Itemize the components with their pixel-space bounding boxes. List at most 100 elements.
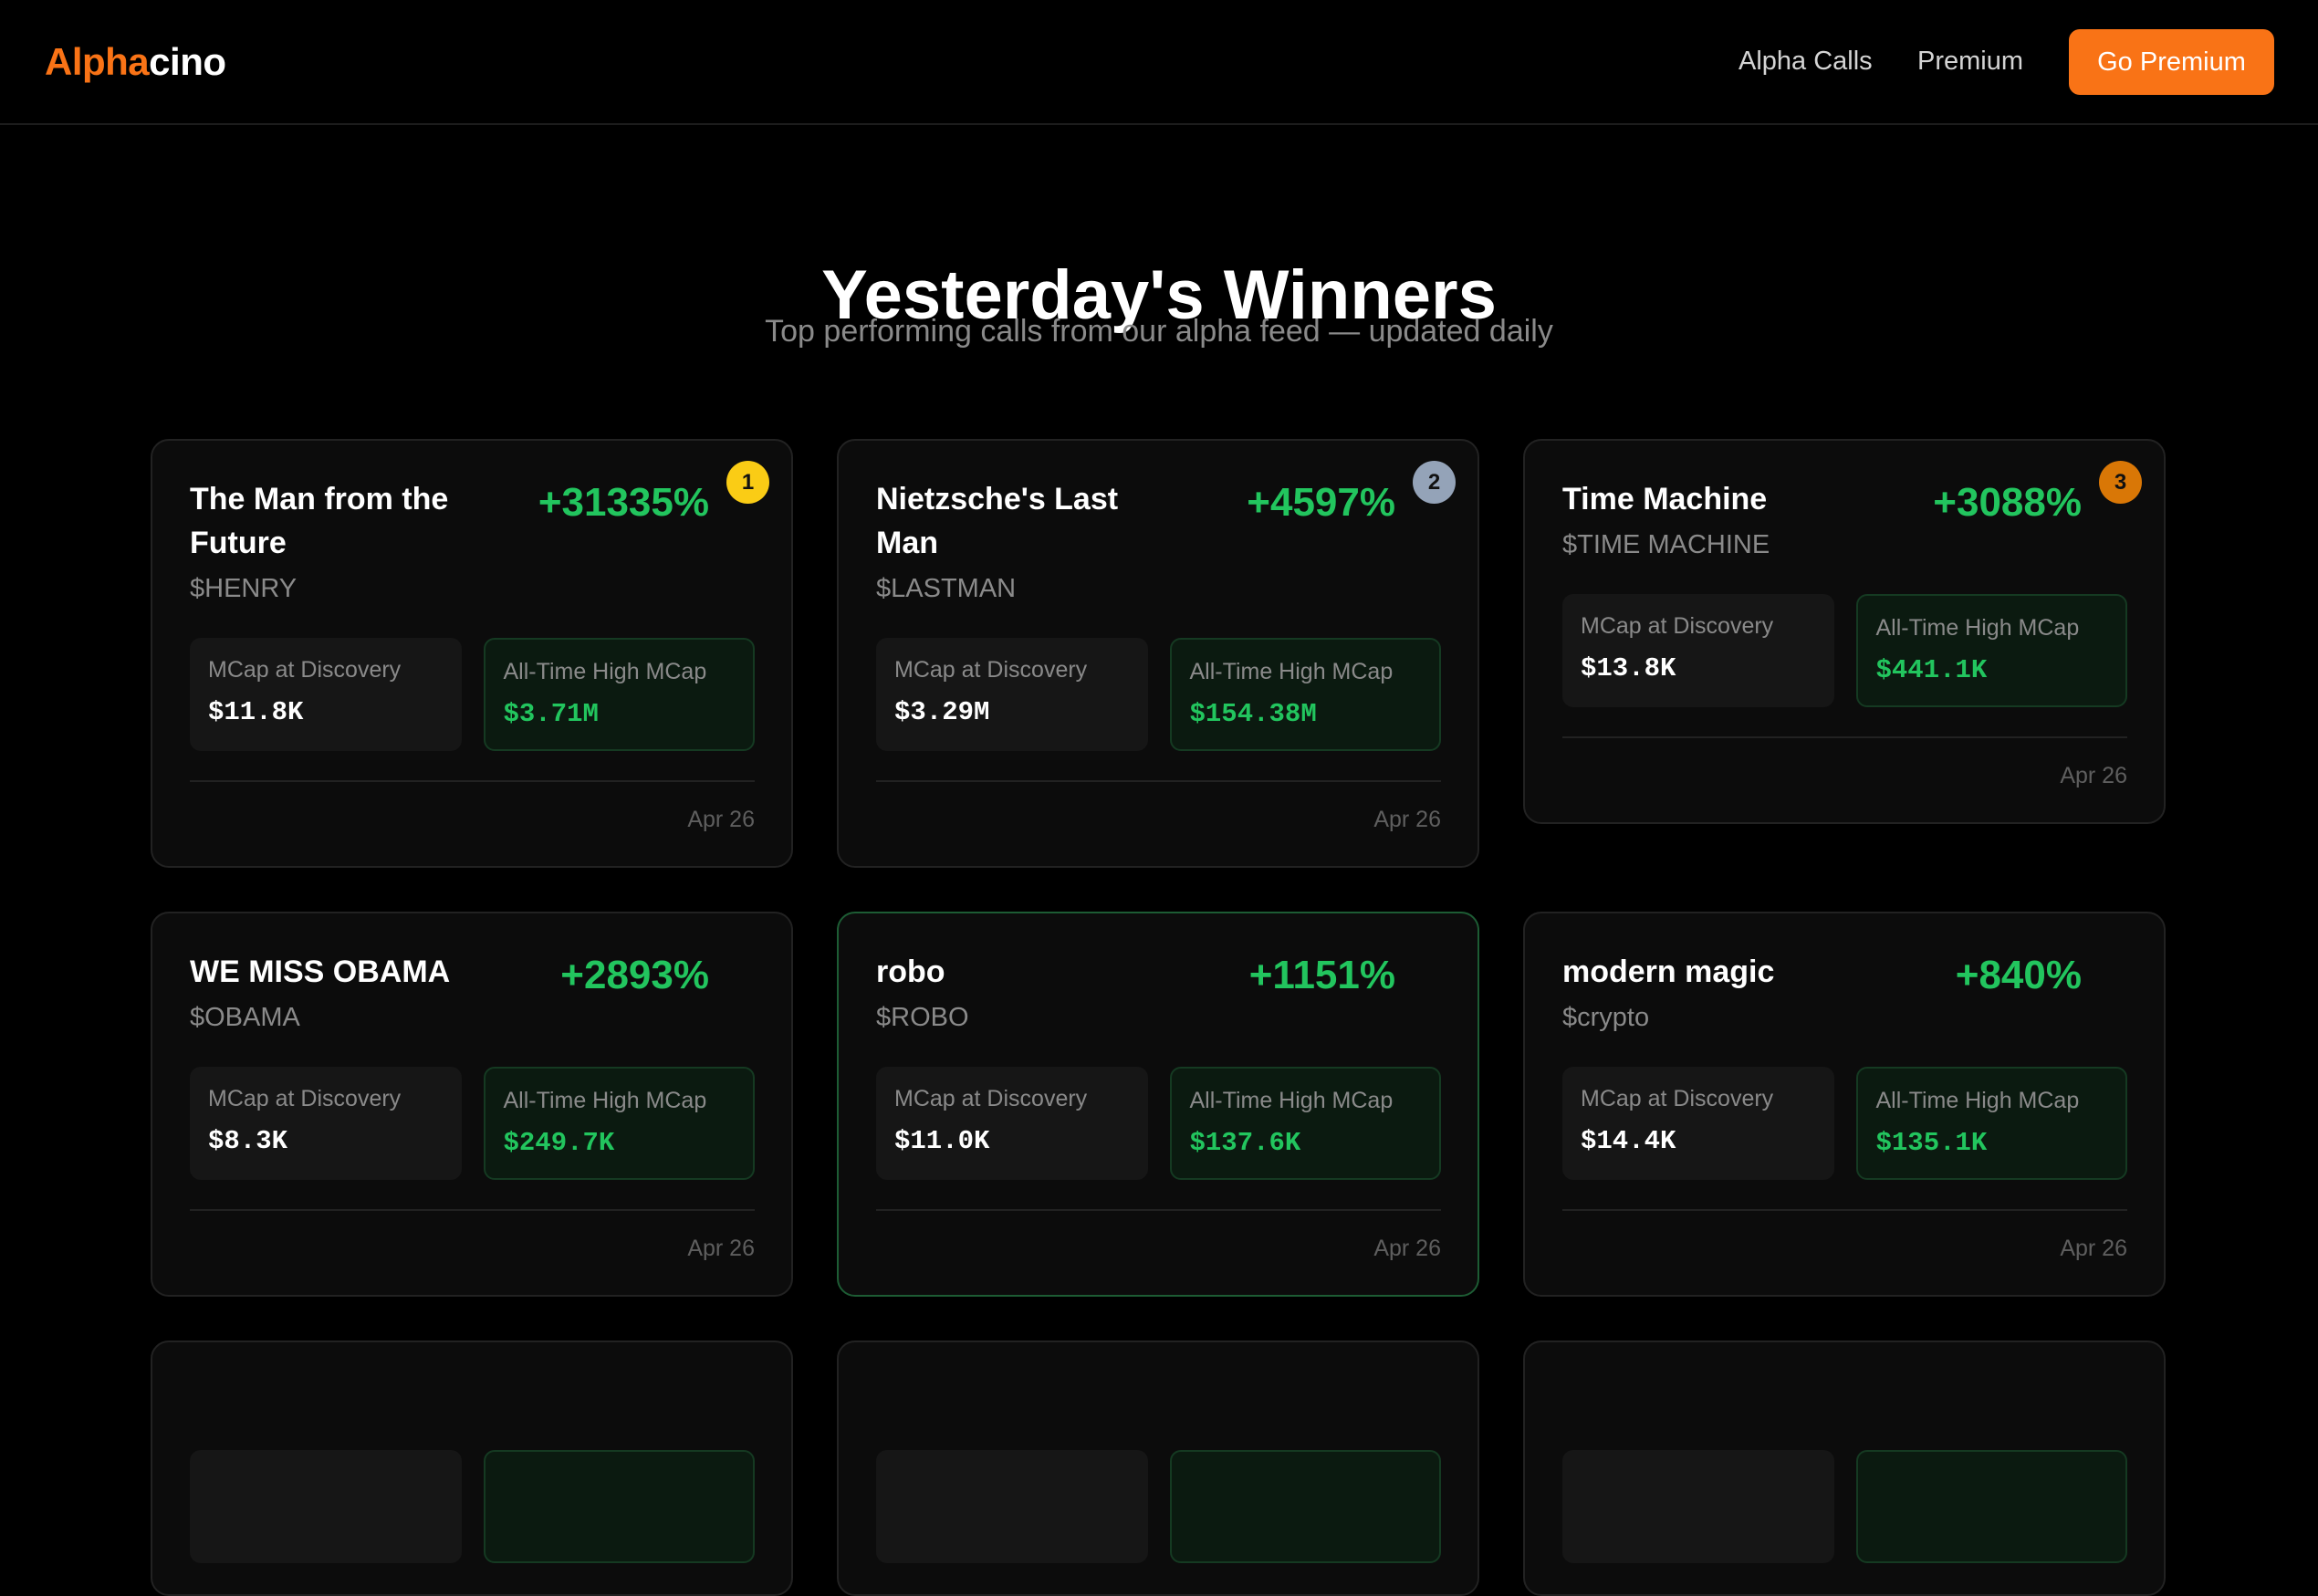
token-symbol: $HENRY [190, 574, 298, 603]
stats-row: MCap at Discovery $11.8K All-Time High M… [190, 638, 755, 751]
winner-card[interactable]: WE MISS OBAMA +2893% $OBAMA MCap at Disc… [151, 912, 793, 1297]
mcap-discovery-value: $8.3K [208, 1126, 288, 1156]
card-header [1562, 1379, 2127, 1423]
nav-link-premium[interactable]: Premium [1917, 43, 2023, 79]
stats-row: MCap at Discovery $3.29M All-Time High M… [876, 638, 1441, 751]
winner-card[interactable]: Nietzsche's Last Man +4597% 2 $LASTMAN M… [837, 439, 1479, 868]
call-date: Apr 26 [1373, 1236, 1441, 1261]
ath-mcap-box: All-Time High MCap $154.38M [1169, 638, 1441, 751]
divider [1562, 736, 2127, 738]
token-symbol: $ROBO [876, 1003, 969, 1032]
logo[interactable]: Alphacino [45, 36, 226, 89]
nav-link-alpha-calls[interactable]: Alpha Calls [1738, 43, 1873, 79]
rank-badge: 1 [726, 461, 769, 504]
mcap-discovery-box [876, 1450, 1148, 1563]
ath-mcap-box: All-Time High MCap $249.7K [483, 1067, 755, 1180]
ath-mcap-label: All-Time High MCap [1189, 1088, 1394, 1113]
divider [876, 1209, 1441, 1211]
mcap-discovery-value: $11.8K [208, 697, 304, 727]
ath-mcap-value: $154.38M [1189, 699, 1317, 729]
logo-secondary-text: cino [149, 40, 226, 83]
card-header: The Man from the Future +31335% [190, 477, 755, 565]
token-name: Nietzsche's Last Man [876, 482, 1119, 560]
divider [190, 780, 755, 782]
rank-badge: 2 [1413, 461, 1456, 504]
token-name: robo [876, 954, 945, 989]
winner-card[interactable]: Time Machine +3088% 3 $TIME MACHINE MCap… [1523, 439, 2166, 824]
mcap-discovery-box: MCap at Discovery $11.0K [876, 1067, 1148, 1180]
ath-mcap-box: All-Time High MCap $135.1K [1855, 1067, 2127, 1180]
card-header [190, 1379, 755, 1423]
ath-mcap-box [1855, 1450, 2127, 1563]
rank-badge: 3 [2099, 461, 2142, 504]
card-header [876, 1379, 1441, 1423]
mcap-discovery-value: $3.29M [894, 697, 990, 727]
ath-mcap-label: All-Time High MCap [1189, 659, 1394, 684]
winners-grid: The Man from the Future +31335% 1 $HENRY… [151, 439, 2167, 1596]
gain-percent: +840% [1955, 953, 2082, 997]
winner-card[interactable]: robo +1151% $ROBO MCap at Discovery $11.… [837, 912, 1479, 1297]
mcap-discovery-box: MCap at Discovery $11.8K [190, 638, 462, 751]
mcap-discovery-value: $13.8K [1581, 653, 1676, 683]
token-name: Time Machine [1562, 482, 1768, 516]
gain-percent: +31335% [538, 480, 709, 525]
ath-mcap-value: $249.7K [503, 1128, 615, 1158]
stats-row: MCap at Discovery $14.4K All-Time High M… [1562, 1067, 2127, 1180]
winner-card-partial[interactable] [151, 1340, 793, 1596]
go-premium-button[interactable]: Go Premium [2069, 29, 2274, 95]
call-date: Apr 26 [687, 1236, 755, 1261]
mcap-discovery-label: MCap at Discovery [894, 657, 1088, 683]
call-date: Apr 26 [1373, 807, 1441, 832]
divider [1562, 1209, 2127, 1211]
ath-mcap-label: All-Time High MCap [503, 659, 707, 684]
ath-mcap-value: $137.6K [1189, 1128, 1301, 1158]
mcap-discovery-label: MCap at Discovery [208, 657, 402, 683]
card-header: WE MISS OBAMA +2893% [190, 950, 755, 997]
top-nav: Alphacino Alpha Calls Premium Go Premium [0, 0, 2318, 125]
token-symbol: $crypto [1562, 1003, 1650, 1032]
ath-mcap-box: All-Time High MCap $137.6K [1169, 1067, 1441, 1180]
mcap-discovery-box [190, 1450, 462, 1563]
gain-percent: +2893% [560, 953, 709, 997]
card-header: Time Machine +3088% [1562, 477, 2127, 525]
call-date: Apr 26 [687, 807, 755, 832]
ath-mcap-box: All-Time High MCap $441.1K [1855, 594, 2127, 707]
mcap-discovery-label: MCap at Discovery [208, 1086, 402, 1111]
card-header: modern magic +840% [1562, 950, 2127, 997]
ath-mcap-value: $3.71M [503, 699, 599, 729]
mcap-discovery-label: MCap at Discovery [1581, 1086, 1774, 1111]
mcap-discovery-box: MCap at Discovery $13.8K [1562, 594, 1834, 707]
mcap-discovery-box [1562, 1450, 1834, 1563]
ath-mcap-label: All-Time High MCap [1875, 1088, 2080, 1113]
ath-mcap-box: All-Time High MCap $3.71M [483, 638, 755, 751]
logo-primary-text: Alpha [45, 40, 150, 83]
ath-mcap-value: $441.1K [1875, 655, 1988, 685]
stats-row [1562, 1450, 2127, 1563]
winner-card[interactable]: The Man from the Future +31335% 1 $HENRY… [151, 439, 793, 868]
ath-mcap-value: $135.1K [1875, 1128, 1988, 1158]
winner-card-partial[interactable] [837, 1340, 1479, 1596]
ath-mcap-label: All-Time High MCap [503, 1088, 707, 1113]
stats-row: MCap at Discovery $13.8K All-Time High M… [1562, 594, 2127, 707]
gain-percent: +1151% [1248, 953, 1395, 997]
token-name: modern magic [1562, 954, 1775, 989]
winner-card-partial[interactable] [1523, 1340, 2166, 1596]
mcap-discovery-box: MCap at Discovery $3.29M [876, 638, 1148, 751]
token-name: The Man from the Future [190, 482, 449, 560]
call-date: Apr 26 [2060, 1236, 2127, 1261]
card-header: Nietzsche's Last Man +4597% [876, 477, 1441, 565]
stats-row [190, 1450, 755, 1563]
winner-card[interactable]: modern magic +840% $crypto MCap at Disco… [1523, 912, 2166, 1297]
page-subtitle: Top performing calls from our alpha feed… [765, 314, 1553, 349]
ath-mcap-label: All-Time High MCap [1875, 615, 2080, 641]
mcap-discovery-value: $11.0K [894, 1126, 990, 1156]
mcap-discovery-label: MCap at Discovery [894, 1086, 1088, 1111]
mcap-discovery-value: $14.4K [1581, 1126, 1676, 1156]
stats-row: MCap at Discovery $8.3K All-Time High MC… [190, 1067, 755, 1180]
stats-row [876, 1450, 1441, 1563]
token-symbol: $TIME MACHINE [1562, 530, 1770, 559]
mcap-discovery-box: MCap at Discovery $8.3K [190, 1067, 462, 1180]
divider [876, 780, 1441, 782]
ath-mcap-box [1169, 1450, 1441, 1563]
gain-percent: +4597% [1247, 480, 1395, 525]
